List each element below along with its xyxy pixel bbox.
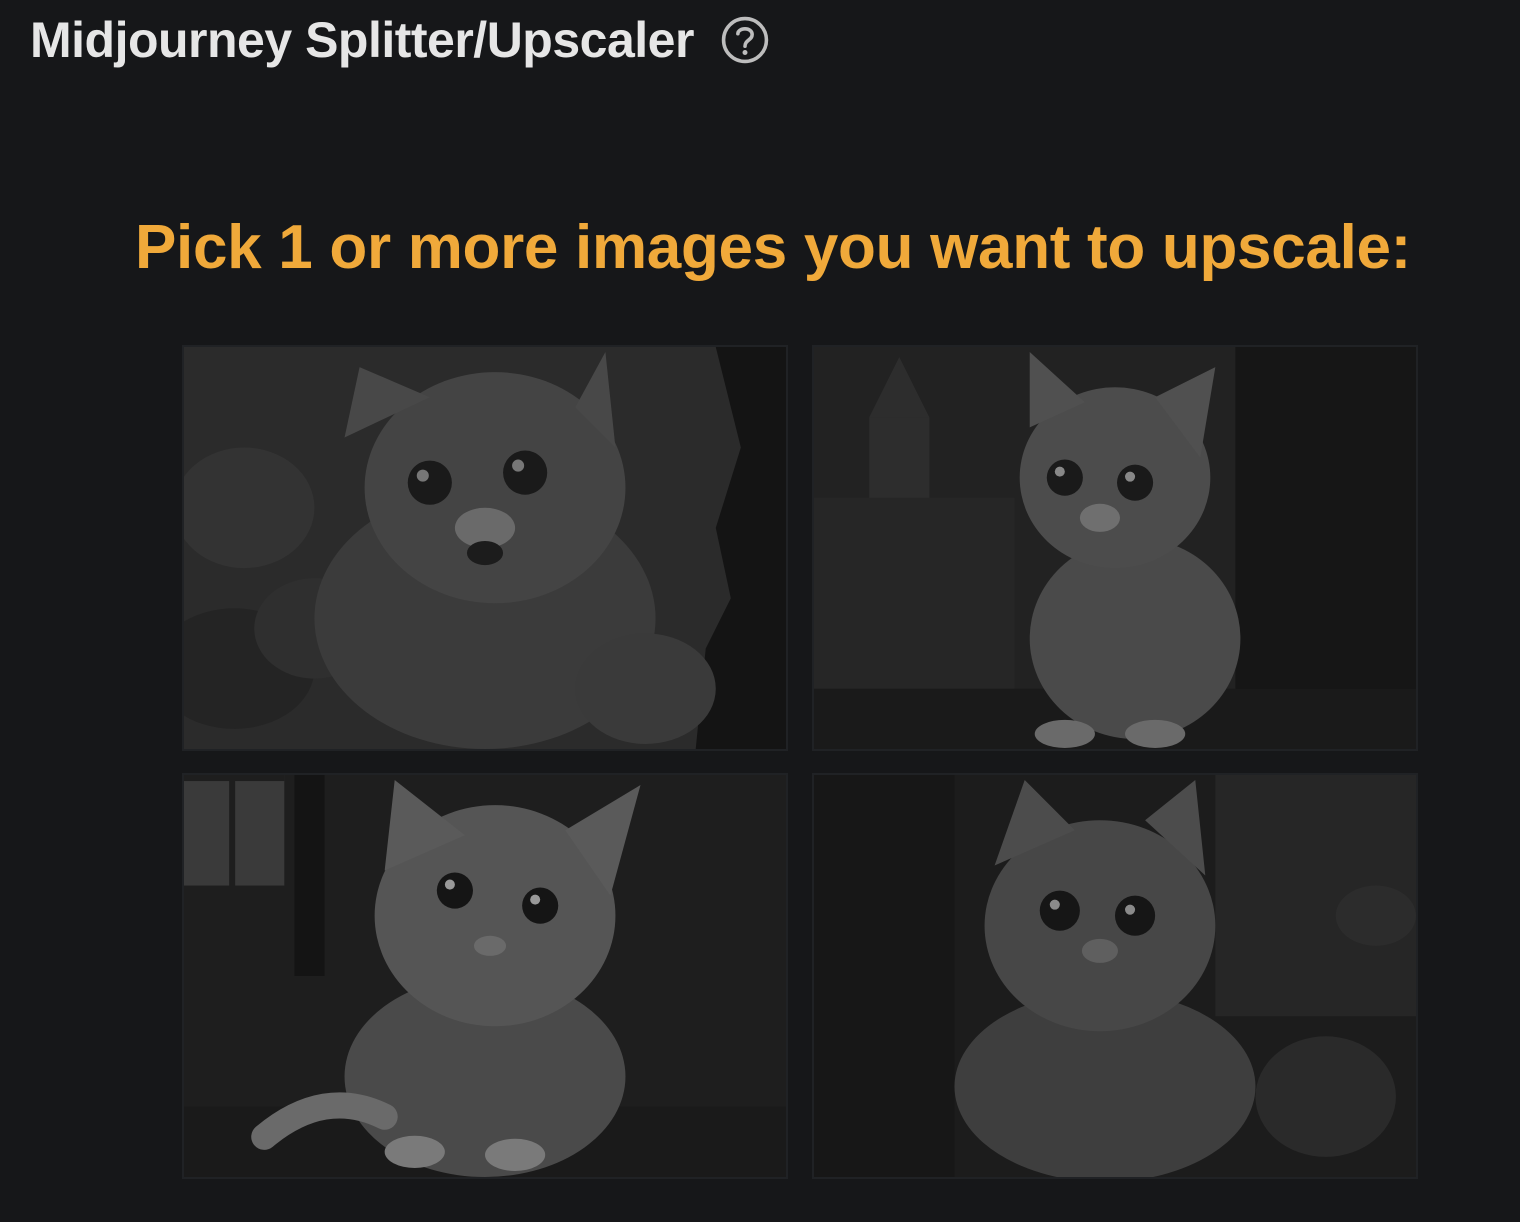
kitten-image [814, 775, 1416, 1177]
kitten-image [814, 347, 1416, 749]
question-circle-icon [721, 16, 769, 64]
image-tile-1[interactable] [182, 345, 788, 751]
header: Midjourney Splitter/Upscaler [30, 8, 770, 72]
image-tile-4[interactable] [812, 773, 1418, 1179]
image-tile-2[interactable] [812, 345, 1418, 751]
kitten-image [184, 347, 786, 749]
app-page: Midjourney Splitter/Upscaler Pick 1 or m… [0, 0, 1520, 1222]
image-grid [182, 345, 1418, 1181]
kitten-image [184, 775, 786, 1177]
upscale-prompt: Pick 1 or more images you want to upscal… [135, 213, 1412, 282]
app-title: Midjourney Splitter/Upscaler [30, 12, 694, 68]
help-icon[interactable] [720, 15, 770, 65]
image-tile-3[interactable] [182, 773, 788, 1179]
